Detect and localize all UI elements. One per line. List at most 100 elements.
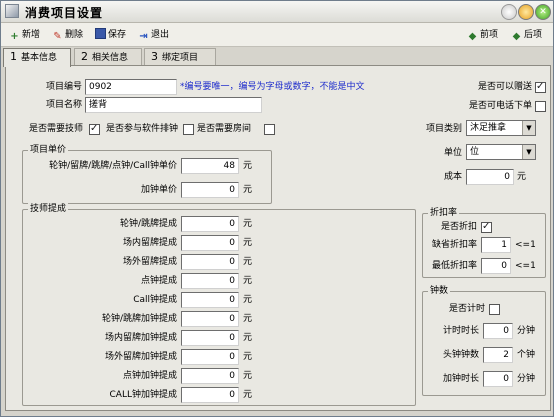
- cost-unit: 元: [517, 172, 527, 182]
- arrow-right-icon: ◆: [512, 31, 521, 42]
- basic-info-panel: 项目编号 0902 *编号要唯一，编号为字母或数字，不能是中文 项目名称 搓背 …: [5, 65, 551, 411]
- soft-rank-label: 是否参与软件排钟: [106, 124, 179, 134]
- phone-order-label: 是否可电话下单: [468, 101, 532, 111]
- commission-field[interactable]: 0: [181, 216, 239, 232]
- extra-price-label: 加钟单价: [140, 185, 177, 195]
- commission-label: 场外留牌加钟提成: [104, 352, 177, 362]
- tab-related-info[interactable]: 2 相关信息: [74, 48, 142, 65]
- first-bell-unit: 个钟: [517, 350, 536, 360]
- duration-label: 计时时长: [442, 326, 479, 336]
- category-value: 沐足推拿: [470, 123, 507, 133]
- min-discount-field[interactable]: 0: [481, 258, 511, 274]
- tab-number: 3: [151, 50, 158, 63]
- timed-checkbox[interactable]: [489, 304, 500, 315]
- minimize-button[interactable]: [501, 4, 517, 20]
- first-bell-label: 头钟钟数: [442, 350, 479, 360]
- unit-value: 位: [470, 147, 480, 157]
- delete-button[interactable]: ✎ 删除: [52, 28, 83, 42]
- cost-field[interactable]: 0: [466, 169, 514, 185]
- commission-field[interactable]: 0: [181, 330, 239, 346]
- prev-label: 前项: [480, 30, 499, 40]
- commission-unit: 元: [243, 257, 253, 267]
- category-select[interactable]: 沐足推拿 ▼: [466, 120, 536, 136]
- unit-select[interactable]: 位 ▼: [466, 144, 536, 160]
- close-button[interactable]: ✕: [535, 4, 551, 20]
- save-label: 保存: [108, 30, 127, 40]
- commission-unit: 元: [243, 276, 253, 286]
- exit-icon: ⇥: [139, 31, 148, 42]
- commission-field[interactable]: 0: [181, 387, 239, 403]
- prev-button[interactable]: ◆ 前项: [467, 28, 498, 42]
- maximize-button[interactable]: [518, 4, 534, 20]
- unit-label: 单位: [443, 148, 462, 158]
- chevron-down-icon: ▼: [522, 145, 535, 159]
- tab-number: 1: [10, 50, 17, 63]
- commission-unit: 元: [243, 352, 253, 362]
- commission-unit: 元: [243, 295, 253, 305]
- commission-label: 点钟提成: [140, 276, 177, 286]
- need-tech-label: 是否需要技师: [29, 124, 84, 134]
- tab-label: 绑定项目: [162, 53, 199, 63]
- commission-unit: 元: [243, 238, 253, 248]
- next-button[interactable]: ◆ 后项: [511, 28, 542, 42]
- default-discount-label: 缺省折扣率: [431, 240, 477, 250]
- add-label: 新增: [22, 30, 41, 40]
- tab-bound-items[interactable]: 3 绑定项目: [144, 48, 216, 65]
- tab-label: 相关信息: [92, 53, 129, 63]
- duration-field[interactable]: 0: [483, 323, 513, 339]
- item-code-field[interactable]: 0902: [85, 79, 177, 95]
- extra-duration-field[interactable]: 0: [483, 371, 513, 387]
- need-room-checkbox[interactable]: [264, 124, 275, 135]
- window-title: 消费项目设置: [25, 6, 104, 20]
- default-discount-hint: <=1: [515, 240, 536, 250]
- commission-field[interactable]: 0: [181, 349, 239, 365]
- add-button[interactable]: + 新增: [9, 28, 40, 42]
- commission-label: 场内留牌提成: [122, 238, 177, 248]
- commission-field[interactable]: 0: [181, 368, 239, 384]
- discount-enabled-checkbox[interactable]: [481, 221, 492, 233]
- commission-field[interactable]: 0: [181, 235, 239, 251]
- tab-number: 2: [81, 50, 88, 63]
- price-group: 项目单价 轮钟/留牌/跳牌/点钟/Call钟单价 48 元 加钟单价 0 元: [22, 144, 272, 204]
- default-discount-field[interactable]: 1: [481, 237, 511, 253]
- category-label: 项目类别: [425, 124, 462, 134]
- price-label: 轮钟/留牌/跳牌/点钟/Call钟单价: [49, 161, 177, 171]
- discount-group-title: 折扣率: [428, 207, 460, 220]
- commission-unit: 元: [243, 333, 253, 343]
- commission-field[interactable]: 0: [181, 311, 239, 327]
- commission-group-title: 技师提成: [28, 203, 69, 216]
- commission-label: 场外留牌提成: [122, 257, 177, 267]
- app-icon: [5, 4, 19, 18]
- giftable-checkbox[interactable]: [535, 81, 546, 93]
- commission-unit: 元: [243, 371, 253, 381]
- commission-field[interactable]: 0: [181, 292, 239, 308]
- tab-basic-info[interactable]: 1 基本信息: [3, 48, 71, 67]
- extra-duration-unit: 分钟: [517, 374, 536, 384]
- commission-label: 点钟加钟提成: [122, 371, 177, 381]
- discount-group: 折扣率 是否折扣 缺省折扣率 1 <=1 最低折扣率 0 <=1: [422, 207, 546, 278]
- commission-field[interactable]: 0: [181, 254, 239, 270]
- price-unit: 元: [243, 161, 253, 171]
- first-bell-field[interactable]: 2: [483, 347, 513, 363]
- min-discount-hint: <=1: [515, 261, 536, 271]
- item-name-label: 项目名称: [45, 100, 82, 110]
- extra-price-field[interactable]: 0: [181, 182, 239, 198]
- commission-label: 轮钟/跳牌提成: [119, 219, 177, 229]
- need-tech-checkbox[interactable]: [89, 123, 100, 135]
- commission-group: 技师提成 轮钟/跳牌提成 0 元场内留牌提成 0 元场外留牌提成 0 元点钟提成 0 元 Call…: [22, 203, 416, 406]
- item-name-field[interactable]: 搓背: [85, 97, 262, 113]
- title-bar: 消费项目设置 ✕: [1, 1, 553, 23]
- discount-enabled-label: 是否折扣: [440, 222, 477, 232]
- min-discount-label: 最低折扣率: [431, 261, 477, 271]
- delete-icon: ✎: [53, 31, 62, 42]
- phone-order-checkbox[interactable]: [535, 101, 546, 112]
- item-settings-window: 消费项目设置 ✕ + 新增 ✎ 删除 保存 ⇥ 退出 ◆ 前项 ◆ 后项 1 基本信息 2相…: [0, 0, 554, 417]
- save-button[interactable]: 保存: [95, 28, 126, 42]
- plus-icon: +: [10, 31, 19, 42]
- soft-rank-checkbox[interactable]: [183, 124, 194, 135]
- commission-label: Call钟提成: [133, 295, 177, 305]
- commission-field[interactable]: 0: [181, 273, 239, 289]
- need-room-label: 是否需要房间: [197, 124, 252, 134]
- exit-button[interactable]: ⇥ 退出: [138, 28, 169, 42]
- price-field[interactable]: 48: [181, 158, 239, 174]
